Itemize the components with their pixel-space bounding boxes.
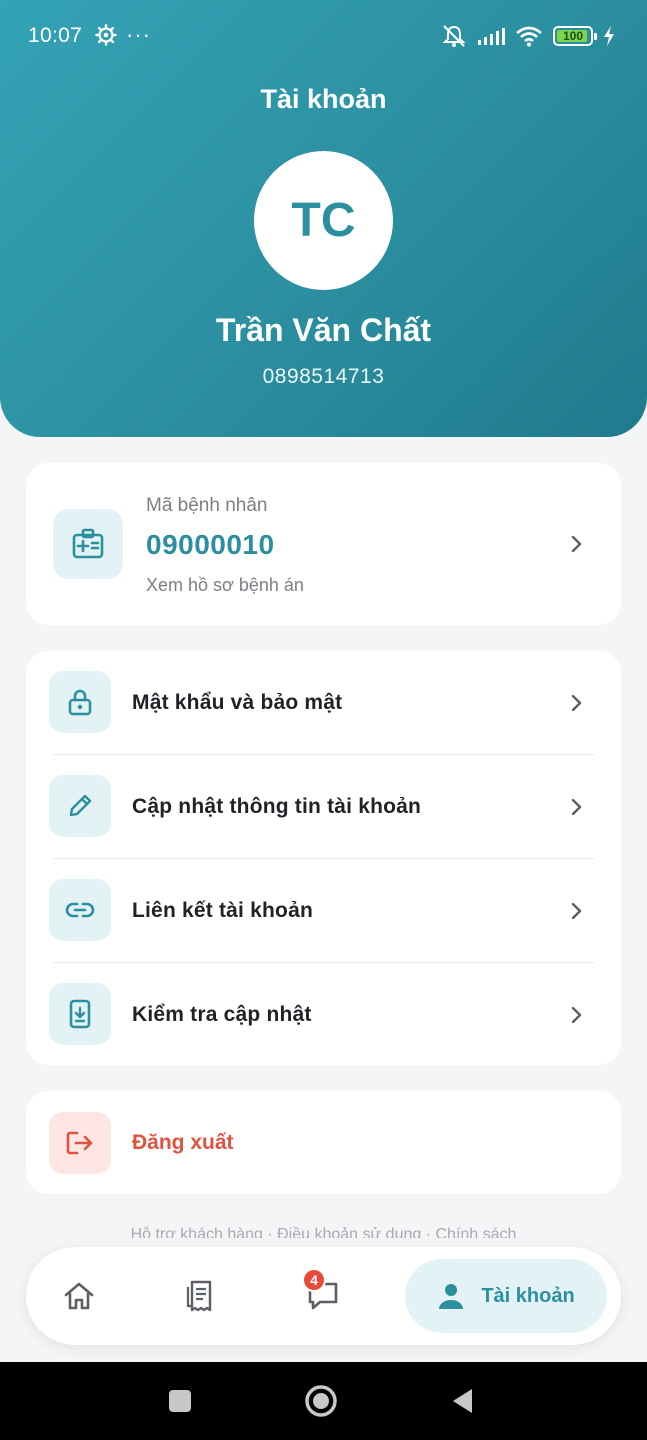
phone-download-icon-box — [49, 983, 111, 1045]
menu-item-link-account[interactable]: Liên kết tài khoản — [26, 859, 621, 963]
mute-bell-icon — [442, 25, 466, 47]
user-phone: 0898514713 — [262, 365, 385, 388]
nav-home[interactable] — [54, 1271, 104, 1321]
nav-records[interactable] — [176, 1271, 226, 1321]
avatar[interactable]: TC — [254, 151, 393, 290]
chevron-right-icon — [571, 1007, 582, 1023]
home-button[interactable] — [291, 1362, 351, 1440]
signal-icon — [478, 28, 505, 45]
menu-item-update-account-info[interactable]: Cập nhật thông tin tài khoản — [26, 755, 621, 859]
pencil-icon — [69, 794, 92, 817]
patient-record-card[interactable]: Mã bệnh nhân 09000010 Xem hồ sơ bệnh án — [26, 463, 621, 625]
menu-label: Cập nhật thông tin tài khoản — [132, 795, 422, 818]
link-icon — [65, 902, 95, 918]
menu-item-check-update[interactable]: Kiểm tra cập nhật — [26, 963, 621, 1067]
charging-bolt-icon — [604, 26, 614, 46]
back-triangle-icon — [453, 1389, 472, 1413]
back-button[interactable] — [432, 1362, 492, 1440]
menu-label: Mật khẩu và bảo mật — [132, 691, 343, 714]
status-bar: 10:07 ··· 100 — [0, 0, 647, 72]
battery-level: 100 — [562, 29, 584, 43]
system-navigation-bar — [0, 1362, 647, 1440]
receipt-icon — [186, 1280, 212, 1312]
user-icon — [439, 1284, 464, 1309]
nav-account[interactable]: Tài khoản — [405, 1259, 607, 1333]
nav-account-label: Tài khoản — [481, 1284, 575, 1307]
phone-download-icon — [69, 999, 91, 1029]
logout-label: Đăng xuất — [132, 1130, 234, 1154]
chevron-right-icon — [571, 695, 582, 711]
footer-links-text: Hỗ trợ khách hàng · Điều khoản sử dụng ·… — [130, 1226, 517, 1238]
battery-icon: 100 — [553, 26, 597, 46]
link-icon-box — [49, 879, 111, 941]
bottom-navigation: Tài khoản — [26, 1247, 621, 1345]
status-time: 10:07 — [28, 24, 83, 47]
wifi-icon — [516, 26, 542, 47]
patient-code-label: Mã bệnh nhân — [146, 495, 268, 516]
medical-id-icon-box — [53, 509, 123, 579]
logout-icon — [66, 1131, 93, 1155]
page-title: Tài khoản — [260, 84, 387, 114]
status-icons: 100 — [441, 24, 615, 48]
user-name: Trần Văn Chất — [215, 312, 432, 348]
lock-icon-box — [49, 671, 111, 733]
logout-icon-box — [49, 1112, 111, 1174]
menu-label: Liên kết tài khoản — [132, 899, 313, 922]
logout-button[interactable]: Đăng xuất — [26, 1091, 621, 1194]
messages-badge: 4 — [302, 1268, 326, 1292]
pencil-icon-box — [49, 775, 111, 837]
more-notifications-icon: ··· — [126, 22, 151, 47]
circle-icon — [305, 1385, 337, 1417]
home-icon — [64, 1282, 94, 1310]
square-icon — [169, 1390, 191, 1412]
menu-item-password-security[interactable]: Mật khẩu và bảo mật — [26, 651, 621, 755]
lock-icon — [68, 689, 92, 716]
chevron-right-icon — [571, 536, 582, 552]
chevron-right-icon — [571, 903, 582, 919]
chevron-right-icon — [571, 799, 582, 815]
menu-label: Kiểm tra cập nhật — [132, 1003, 312, 1026]
patient-code: 09000010 — [146, 529, 275, 560]
recents-button[interactable] — [150, 1362, 210, 1440]
view-medical-record-text: Xem hồ sơ bệnh án — [146, 575, 304, 595]
medical-card-icon — [72, 528, 104, 559]
settings-menu-card: Mật khẩu và bảo mật Cập nhật thông tin t… — [26, 651, 621, 1065]
settings-gear-icon — [95, 24, 117, 46]
profile-header: 10:07 ··· 100 Tài khoản TC Trần Văn Chất… — [0, 0, 647, 437]
